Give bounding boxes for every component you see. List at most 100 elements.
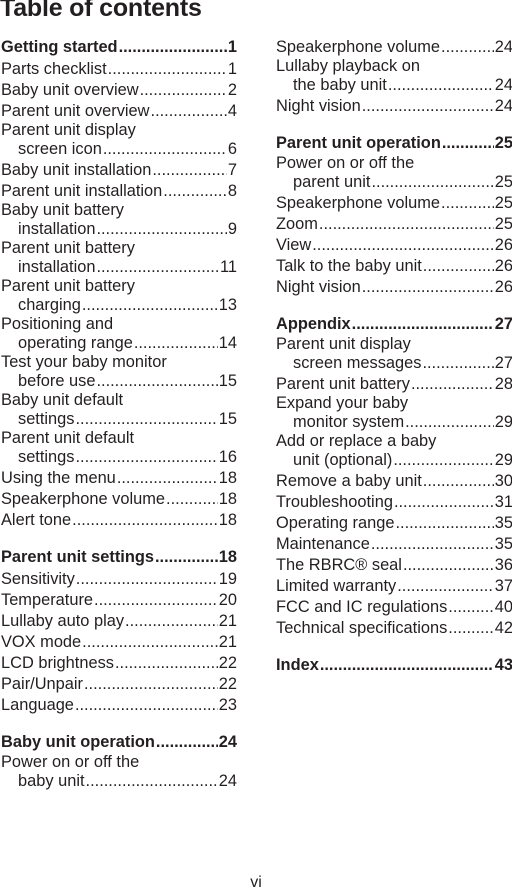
toc-entry[interactable]: monitor system 29 (276, 412, 512, 432)
toc-entry-multiline[interactable]: Baby unit batteryinstallation 9 (1, 202, 237, 239)
toc-entry[interactable]: Alert tone 18 (1, 510, 237, 530)
toc-entry[interactable]: Night vision 26 (276, 277, 512, 297)
entry-page-number: 43 (494, 656, 512, 674)
entry-page-number: 35 (494, 535, 512, 553)
entry-page-number: 40 (494, 598, 512, 616)
toc-entry-multiline[interactable]: Power on or off theparent unit 25 (276, 155, 512, 192)
toc-entry[interactable]: The RBRC® seal 36 (276, 555, 512, 575)
toc-entry[interactable]: Temperature 20 (1, 590, 237, 610)
toc-entry[interactable]: Talk to the baby unit 26 (276, 256, 512, 276)
toc-entry-multiline[interactable]: Parent unit displayscreen icon 6 (1, 122, 237, 159)
entry-title: Speakerphone volume (1, 490, 166, 508)
toc-entry[interactable]: Lullaby auto play 21 (1, 611, 237, 631)
toc-entry[interactable]: installation 9 (1, 219, 237, 239)
toc-section-heading[interactable]: Parent unit operation 25 (276, 133, 512, 153)
dot-leader (423, 256, 494, 276)
toc-entry[interactable]: Parent unit battery 28 (276, 374, 512, 394)
entry-page-number: 29 (494, 413, 512, 431)
entry-page-number: 25 (494, 194, 512, 212)
toc-entry[interactable]: VOX mode 21 (1, 632, 237, 652)
toc-section-heading[interactable]: Parent unit settings 18 (1, 547, 237, 567)
toc-entry-multiline[interactable]: Parent unit batterycharging 13 (1, 278, 237, 315)
toc-entry[interactable]: Zoom 25 (276, 214, 512, 234)
toc-section-heading[interactable]: Getting started 1 (1, 37, 237, 57)
entry-title: Sensitivity (1, 570, 75, 588)
toc-entry[interactable]: Troubleshooting 31 (276, 492, 512, 512)
toc-entry[interactable]: screen icon 6 (1, 139, 237, 159)
entry-title: Temperature (1, 591, 94, 609)
toc-entry[interactable]: before use 15 (1, 371, 237, 391)
toc-entry-multiline[interactable]: Baby unit defaultsettings 15 (1, 392, 237, 429)
entry-title: baby unit (18, 772, 85, 790)
toc-entry[interactable]: Night vision 24 (276, 96, 512, 116)
toc-entry[interactable]: settings 16 (1, 447, 237, 467)
toc-entry-multiline[interactable]: Parent unit batteryinstallation 11 (1, 240, 237, 277)
toc-entry[interactable]: Baby unit overview 2 (1, 80, 237, 100)
toc-entry-multiline[interactable]: Parent unit displayscreen messages 27 (276, 336, 512, 373)
entry-title: Talk to the baby unit (276, 257, 422, 275)
entry-page-number: 35 (494, 514, 512, 532)
toc-entry[interactable]: Speakerphone volume 24 (276, 37, 512, 57)
toc-entry[interactable]: screen messages 27 (276, 353, 512, 373)
entry-title: Baby unit operation (1, 733, 155, 751)
entry-page-number: 2 (227, 81, 237, 99)
entry-page-number: 21 (218, 633, 237, 651)
entry-title: screen messages (293, 354, 422, 372)
toc-entry[interactable]: FCC and IC regulations 40 (276, 597, 512, 617)
toc-entry[interactable]: Parent unit installation 8 (1, 181, 237, 201)
entry-page-number: 22 (218, 654, 237, 672)
entry-title: Parent unit installation (1, 182, 163, 200)
dot-leader (76, 447, 218, 467)
dot-leader (448, 618, 493, 638)
toc-entry[interactable]: settings 15 (1, 409, 237, 429)
toc-entry-multiline[interactable]: Positioning andoperating range 14 (1, 316, 237, 353)
toc-section-heading[interactable]: Index 43 (276, 655, 512, 675)
toc-section-heading[interactable]: Baby unit operation 24 (1, 732, 237, 752)
toc-entry[interactable]: Speakerphone volume 18 (1, 489, 237, 509)
toc-entry[interactable]: View 26 (276, 235, 512, 255)
entry-title: Language (1, 696, 74, 714)
dot-leader (151, 101, 227, 121)
entry-page-number: 1 (227, 38, 237, 56)
toc-entry[interactable]: Parent unit overview 4 (1, 101, 237, 121)
toc-entry[interactable]: LCD brightness 22 (1, 653, 237, 673)
entry-page-number: 36 (494, 556, 512, 574)
entry-title: Parts checklist (1, 60, 107, 78)
toc-entry[interactable]: operating range 14 (1, 333, 237, 353)
toc-entry[interactable]: Operating range 35 (276, 513, 512, 533)
toc-section-heading[interactable]: Appendix 27 (276, 314, 512, 334)
toc-entry-multiline[interactable]: Expand your babymonitor system 29 (276, 395, 512, 432)
toc-entry[interactable]: Technical specifications 42 (276, 618, 512, 638)
toc-entry[interactable]: the baby unit 24 (276, 75, 512, 95)
dot-leader (82, 632, 218, 652)
toc-entry[interactable]: Speakerphone volume 25 (276, 193, 512, 213)
entry-page-number: 27 (494, 354, 512, 372)
dot-leader (103, 139, 227, 159)
toc-entry[interactable]: Language 23 (1, 695, 237, 715)
toc-entry-multiline[interactable]: Parent unit defaultsettings 16 (1, 430, 237, 467)
toc-entry-multiline[interactable]: Lullaby playback onthe baby unit 24 (276, 58, 512, 95)
toc-entry[interactable]: charging 13 (1, 295, 237, 315)
dot-leader (388, 75, 494, 95)
toc-entry[interactable]: Remove a baby unit 30 (276, 471, 512, 491)
toc-entry[interactable]: Baby unit installation 7 (1, 160, 237, 180)
toc-entry[interactable]: Sensitivity 19 (1, 569, 237, 589)
entry-page-number: 25 (494, 215, 512, 233)
toc-entry[interactable]: installation 11 (1, 257, 237, 277)
toc-entry[interactable]: Pair/Unpair 22 (1, 674, 237, 694)
toc-entry[interactable]: unit (optional) 29 (276, 450, 512, 470)
toc-entry-multiline[interactable]: Add or replace a babyunit (optional) 29 (276, 433, 512, 470)
toc-entry[interactable]: Maintenance 35 (276, 534, 512, 554)
toc-entry-multiline[interactable]: Test your baby monitorbefore use 15 (1, 354, 237, 391)
toc-entry[interactable]: Using the menu 18 (1, 468, 237, 488)
entry-title: VOX mode (1, 633, 82, 651)
toc-entry-multiline[interactable]: Power on or off thebaby unit 24 (1, 754, 237, 791)
toc-entry[interactable]: baby unit 24 (1, 771, 237, 791)
dot-leader (75, 695, 218, 715)
toc-entry[interactable]: Parts checklist 1 (1, 59, 237, 79)
entry-page-number: 28 (494, 375, 512, 393)
toc-entry[interactable]: Limited warranty 37 (276, 576, 512, 596)
toc-entry[interactable]: parent unit 25 (276, 172, 512, 192)
entry-title: Index (276, 656, 319, 674)
dot-leader (405, 412, 494, 432)
